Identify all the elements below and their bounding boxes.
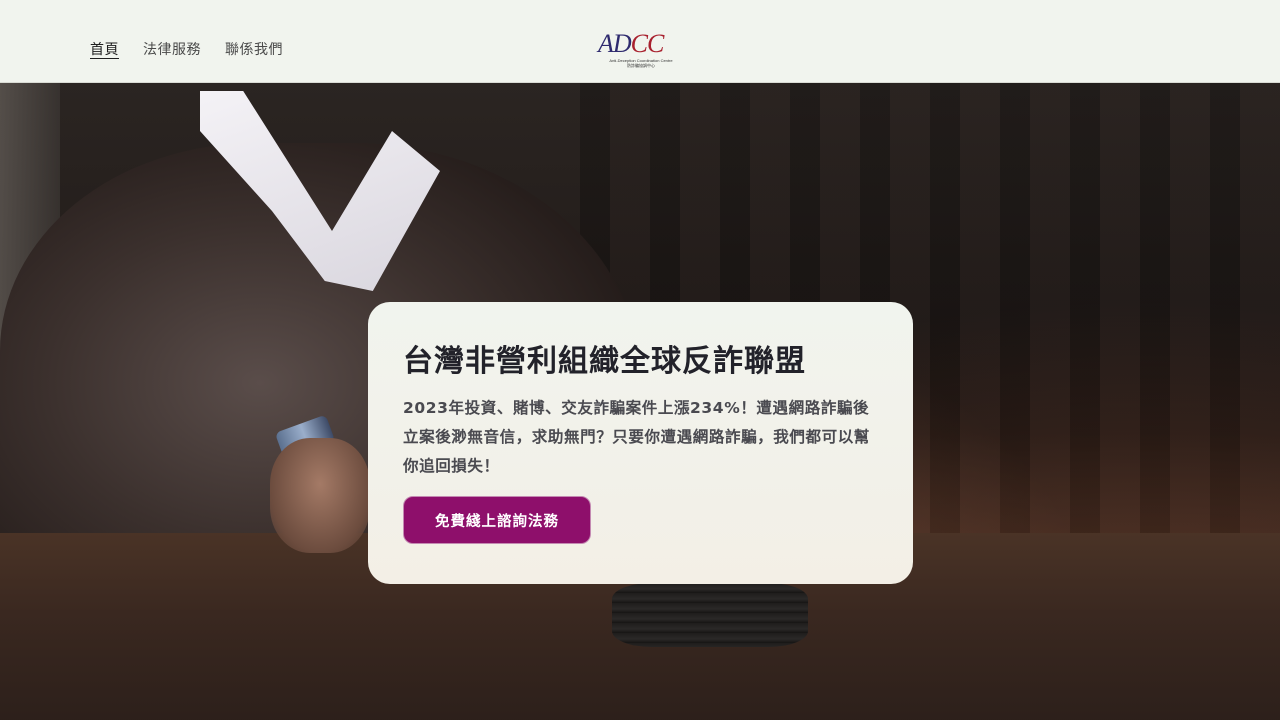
hero-title: 台灣非營利組織全球反詐聯盟	[403, 344, 806, 379]
hero-card: 台灣非營利組織全球反詐聯盟 2023年投資、賭博、交友詐騙案件上漲234%！遭遇…	[368, 302, 913, 584]
hero-photo-hand	[270, 438, 370, 553]
site-logo[interactable]: ADCC Anti-Deception Coordination Centre …	[598, 30, 684, 70]
nav-contact-link[interactable]: 聯係我們	[225, 40, 283, 60]
logo-mark: ADCC	[598, 29, 664, 58]
site-header: 首頁 法律服務 聯係我們 ADCC Anti-Deception Coordin…	[0, 0, 1280, 83]
hero-photo-gavel-block	[612, 583, 808, 647]
nav-home-link[interactable]: 首頁	[90, 40, 119, 60]
nav-legal-services-link[interactable]: 法律服務	[143, 40, 201, 60]
main-nav: 首頁 法律服務 聯係我們	[90, 40, 283, 60]
hero-description: 2023年投資、賭博、交友詐騙案件上漲234%！遭遇網路詐騙後立案後渺無音信，求…	[403, 399, 870, 475]
logo-subtitle-zh: 防詐騙協調中心	[627, 63, 655, 68]
free-consultation-button[interactable]: 免費綫上諮詢法務	[403, 496, 591, 544]
